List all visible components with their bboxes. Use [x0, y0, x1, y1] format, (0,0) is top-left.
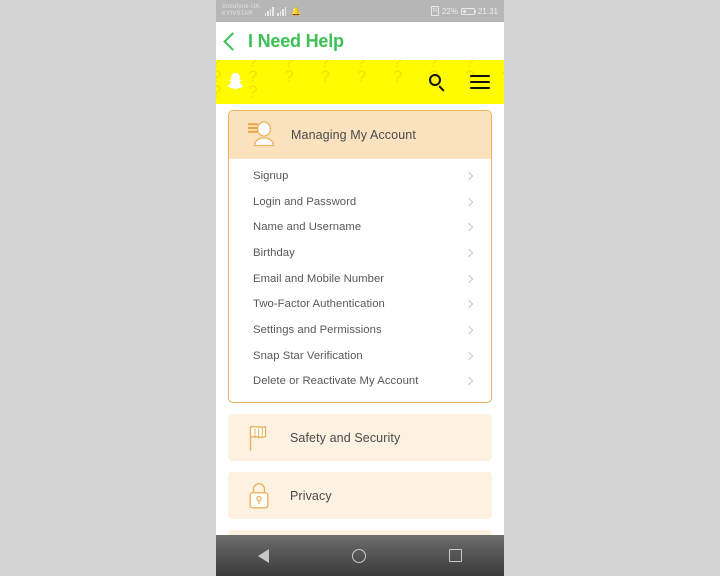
carrier-secondary: KYIVSTAR	[222, 11, 253, 17]
circle-home-icon[interactable]	[351, 548, 366, 563]
app-bar-actions	[429, 73, 490, 92]
subcategory-list: Signup Login and Password Name and Usern…	[229, 159, 491, 402]
list-item[interactable]: Signup	[229, 163, 491, 189]
list-item-label: Settings and Permissions	[253, 323, 382, 336]
carrier-primary: Vodafone UA	[222, 4, 260, 10]
snapchat-ghost-icon[interactable]	[226, 72, 245, 92]
category-title: Privacy	[290, 488, 332, 503]
hamburger-menu-icon[interactable]	[470, 74, 490, 90]
app-bar	[216, 60, 504, 104]
status-bar: Vodafone UA KYIVSTAR 🔔 N 22% 21:31	[216, 0, 504, 22]
list-item[interactable]: Login and Password	[229, 189, 491, 215]
list-item[interactable]: Email and Mobile Number	[229, 266, 491, 292]
back-chevron-icon[interactable]	[223, 31, 242, 51]
list-item-label: Snap Star Verification	[253, 349, 363, 362]
signal-icons	[264, 6, 287, 16]
search-icon[interactable]	[429, 73, 446, 92]
notification-bell-icon: 🔔	[291, 6, 302, 16]
status-bar-right: N 22% 21:31	[430, 6, 498, 16]
status-bar-left: Vodafone UA KYIVSTAR 🔔	[222, 4, 301, 18]
clock-label: 21:31	[477, 6, 498, 16]
android-navigation-bar	[216, 535, 504, 576]
triangle-back-icon[interactable]	[257, 548, 269, 563]
chevron-right-icon	[464, 197, 474, 206]
battery-icon	[460, 7, 477, 15]
chevron-right-icon	[464, 325, 474, 335]
list-item-label: Birthday	[253, 246, 295, 259]
category-title: Managing My Account	[291, 128, 416, 142]
list-item[interactable]: Birthday	[229, 240, 491, 266]
category-header[interactable]: Managing My Account	[229, 111, 491, 159]
signal-bars-sim1	[264, 6, 274, 16]
nfc-icon: N	[430, 6, 439, 16]
list-item-label: Delete or Reactivate My Account	[253, 375, 419, 388]
page-title-bar: I Need Help	[216, 22, 504, 60]
signal-bars-sim2	[276, 6, 287, 16]
list-item-label: Signup	[253, 169, 289, 182]
chevron-right-icon	[464, 171, 474, 181]
flag-icon	[242, 423, 276, 453]
screenshot-canvas: Vodafone UA KYIVSTAR 🔔 N 22% 21:31 I Nee…	[0, 0, 720, 576]
list-item[interactable]: Settings and Permissions	[229, 317, 491, 343]
category-title: Safety and Security	[290, 430, 401, 445]
padlock-icon	[242, 481, 276, 511]
category-card-safety-and-security[interactable]: Safety and Security	[228, 414, 492, 462]
category-card-managing-my-account[interactable]: Managing My Account Signup Login and Pas…	[228, 110, 492, 404]
category-card-privacy[interactable]: Privacy	[228, 472, 492, 520]
chevron-right-icon	[464, 300, 474, 309]
list-item[interactable]: Two-Factor Authentication	[229, 291, 491, 317]
list-item-label: Name and Username	[253, 221, 362, 234]
category-list[interactable]: Managing My Account Signup Login and Pas…	[216, 104, 504, 535]
list-item[interactable]: Snap Star Verification	[229, 343, 491, 369]
phone-screen: Vodafone UA KYIVSTAR 🔔 N 22% 21:31 I Nee…	[216, 0, 504, 576]
battery-percent-label: 22%	[441, 6, 458, 16]
chevron-right-icon	[464, 222, 474, 232]
chevron-right-icon	[464, 351, 474, 360]
list-item[interactable]: Name and Username	[229, 214, 491, 240]
page-title: I Need Help	[248, 30, 344, 51]
carrier-names: Vodafone UA KYIVSTAR	[222, 4, 260, 18]
chevron-right-icon	[464, 274, 474, 283]
account-person-icon	[243, 120, 277, 150]
chevron-right-icon	[464, 377, 474, 386]
square-recents-icon[interactable]	[449, 549, 463, 562]
list-item-label: Email and Mobile Number	[253, 272, 385, 285]
chevron-right-icon	[464, 248, 474, 258]
list-item-label: Two-Factor Authentication	[253, 298, 385, 311]
list-item-label: Login and Password	[253, 195, 357, 208]
list-item[interactable]: Delete or Reactivate My Account	[229, 369, 491, 395]
